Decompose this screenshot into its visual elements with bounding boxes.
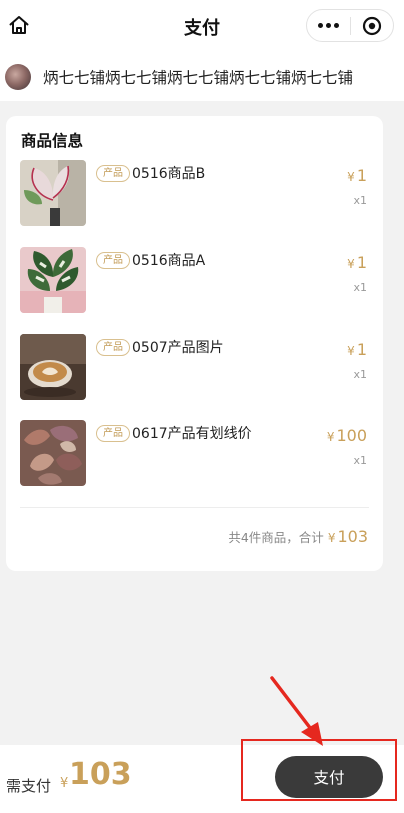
need-pay-amount: 103 [69,757,132,792]
need-pay-currency: ¥ [60,776,69,791]
product-thumbnail [20,160,86,226]
capsule-menu [306,9,394,42]
summary-text: 共4件商品，合计 [228,530,324,545]
product-tag: 产品 [96,339,130,356]
product-tag: 产品 [96,425,130,442]
nav-bar: 支付 [0,0,404,53]
product-quantity: x1 [353,368,367,381]
more-icon[interactable] [307,10,350,41]
product-info-card: 商品信息 产品 0516商品B ¥1 x1 产品 0516商品A ¥ 1 x1 … [6,116,383,571]
section-title: 商品信息 [21,132,84,150]
order-summary: 共4件商品，合计 ¥ 103 [228,527,368,546]
shop-avatar [5,64,31,90]
summary-currency: ¥ [327,531,336,545]
shop-header[interactable]: 炳七七铺炳七七铺炳七七铺炳七七铺炳七七铺 [0,53,404,101]
need-pay-label: 需支付 [6,777,52,795]
product-quantity: x1 [353,194,367,207]
product-quantity: x1 [353,281,367,294]
product-price: ¥100 [326,426,367,445]
product-name: 0617产品有划线价 [132,426,252,442]
card-divider [20,507,369,508]
shop-name: 炳七七铺炳七七铺炳七七铺炳七七铺炳七七铺 [43,69,354,87]
product-quantity: x1 [353,454,367,467]
product-item[interactable]: 产品 0516商品A ¥1 x1 [20,247,370,317]
summary-total: 103 [337,527,368,546]
product-name: 0507产品图片 [132,340,224,356]
product-price: ¥1 [347,253,367,272]
product-item[interactable]: 产品 0507产品图片 ¥1 x1 [20,334,370,404]
product-item[interactable]: 产品 0516商品B ¥1 x1 [20,160,370,230]
product-name: 0516商品B [132,166,206,182]
product-price: ¥1 [347,166,367,185]
annotation-highlight-box [241,739,397,801]
product-tag: 产品 [96,252,130,269]
product-name: 0516商品A [132,253,206,269]
product-item[interactable]: 产品 0617产品有划线价 ¥100 x1 [20,420,370,490]
product-thumbnail [20,247,86,313]
product-price: ¥1 [347,340,367,359]
product-thumbnail [20,420,86,486]
target-icon[interactable] [351,10,394,41]
product-thumbnail [20,334,86,400]
product-tag: 产品 [96,165,130,182]
